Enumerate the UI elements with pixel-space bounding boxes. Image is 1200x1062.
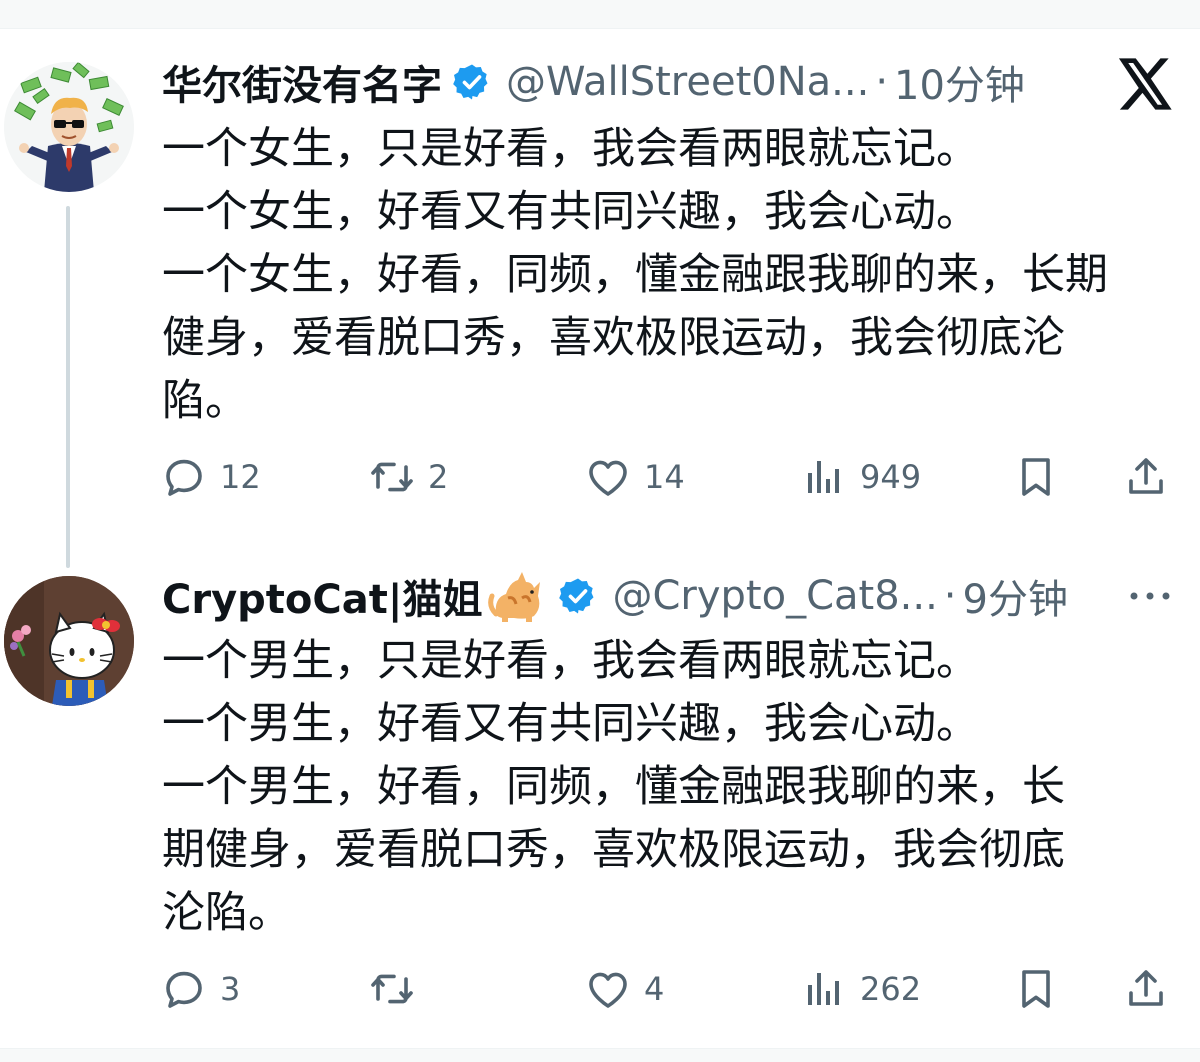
- x-logo-icon[interactable]: [1118, 58, 1174, 110]
- repost-button[interactable]: 2: [368, 452, 448, 502]
- reply-count: 3: [220, 970, 241, 1008]
- like-count: 4: [644, 970, 665, 1008]
- reply-button[interactable]: 3: [160, 964, 240, 1014]
- share-button[interactable]: [1122, 964, 1170, 1014]
- bottom-divider: [0, 1048, 1200, 1062]
- tweet-text-line: 一个女生，好看又有共同兴趣，我会心动。: [162, 187, 979, 237]
- tweet-text: 一个男生，只是好看，我会看两眼就忘记。 一个男生，好看又有共同兴趣，我会心动。 …: [162, 630, 1172, 945]
- view-count: 262: [860, 970, 922, 1008]
- tweet-header: CryptoCat|猫姐 @Crypto_Cat8... · 9分钟: [162, 566, 1068, 626]
- top-divider: [0, 0, 1200, 29]
- avatar-cryptocat[interactable]: [4, 576, 134, 706]
- user-handle[interactable]: @WallStreet0Na...: [506, 59, 869, 105]
- share-icon: [1129, 458, 1163, 494]
- tweet-text-line: 期健身，爱看脱口秀，喜欢极限运动，我会彻底: [162, 825, 1065, 875]
- tweet-actions: 3 4 262: [160, 964, 1180, 1014]
- timestamp[interactable]: 10分钟: [894, 53, 1025, 111]
- reply-button[interactable]: 12: [160, 452, 261, 502]
- repost-count: 2: [428, 458, 449, 496]
- verified-badge-icon: [453, 64, 488, 100]
- tweet-text-line: 陷。: [162, 376, 248, 426]
- tweet-text-line: 一个女生，好看，同频，懂金融跟我聊的来，长期: [162, 250, 1108, 300]
- repost-icon: [371, 974, 413, 1004]
- avatar-wallstreet[interactable]: [4, 62, 134, 192]
- repost-button[interactable]: [368, 964, 428, 1014]
- views-button[interactable]: 949: [800, 452, 921, 502]
- bookmark-icon: [1022, 970, 1050, 1008]
- thread-connector-line: [66, 206, 70, 568]
- like-button[interactable]: 4: [584, 964, 664, 1014]
- cat-emoji-icon: [488, 572, 541, 622]
- share-button[interactable]: [1122, 452, 1170, 502]
- separator-dot: ·: [943, 573, 957, 619]
- views-icon: [808, 461, 839, 493]
- tweet-text-line: 一个男生，好看，同频，懂金融跟我聊的来，长: [162, 762, 1065, 812]
- reply-icon: [166, 971, 202, 1008]
- tweet-text-line: 一个女生，只是好看，我会看两眼就忘记。: [162, 124, 979, 174]
- bookmark-button[interactable]: [1012, 964, 1060, 1014]
- tweet-text: 一个女生，只是好看，我会看两眼就忘记。 一个女生，好看又有共同兴趣，我会心动。 …: [162, 118, 1172, 433]
- bookmark-button[interactable]: [1012, 452, 1060, 502]
- reply-icon: [166, 459, 202, 496]
- views-button[interactable]: 262: [800, 964, 921, 1014]
- view-count: 949: [860, 458, 922, 496]
- like-button[interactable]: 14: [584, 452, 685, 502]
- separator-dot: ·: [875, 59, 889, 105]
- display-name[interactable]: 华尔街没有名字: [162, 53, 442, 111]
- tweet-header: 华尔街没有名字 @WallStreet0Na... · 10分钟: [162, 52, 1025, 112]
- display-name[interactable]: CryptoCat|猫姐: [162, 567, 482, 625]
- verified-badge-icon: [559, 578, 594, 614]
- timestamp[interactable]: 9分钟: [963, 567, 1068, 625]
- reply-count: 12: [220, 458, 261, 496]
- repost-icon: [371, 462, 413, 492]
- avatar-wallstreet-image: [4, 62, 134, 192]
- avatar-cryptocat-image: [4, 576, 134, 706]
- user-handle[interactable]: @Crypto_Cat8...: [612, 573, 937, 619]
- tweet-text-line: 沦陷。: [162, 888, 291, 938]
- tweet-text-line: 健身，爱看脱口秀，喜欢极限运动，我会彻底沦: [162, 313, 1065, 363]
- heart-icon: [589, 972, 627, 1008]
- bookmark-icon: [1022, 458, 1050, 496]
- like-count: 14: [644, 458, 685, 496]
- tweet-text-line: 一个男生，好看又有共同兴趣，我会心动。: [162, 699, 979, 749]
- tweet-actions: 12 2 14 949: [160, 452, 1180, 502]
- more-icon[interactable]: [1126, 588, 1174, 604]
- views-icon: [808, 973, 839, 1005]
- tweet-text-line: 一个男生，只是好看，我会看两眼就忘记。: [162, 636, 979, 686]
- heart-icon: [589, 460, 627, 496]
- share-icon: [1129, 970, 1163, 1006]
